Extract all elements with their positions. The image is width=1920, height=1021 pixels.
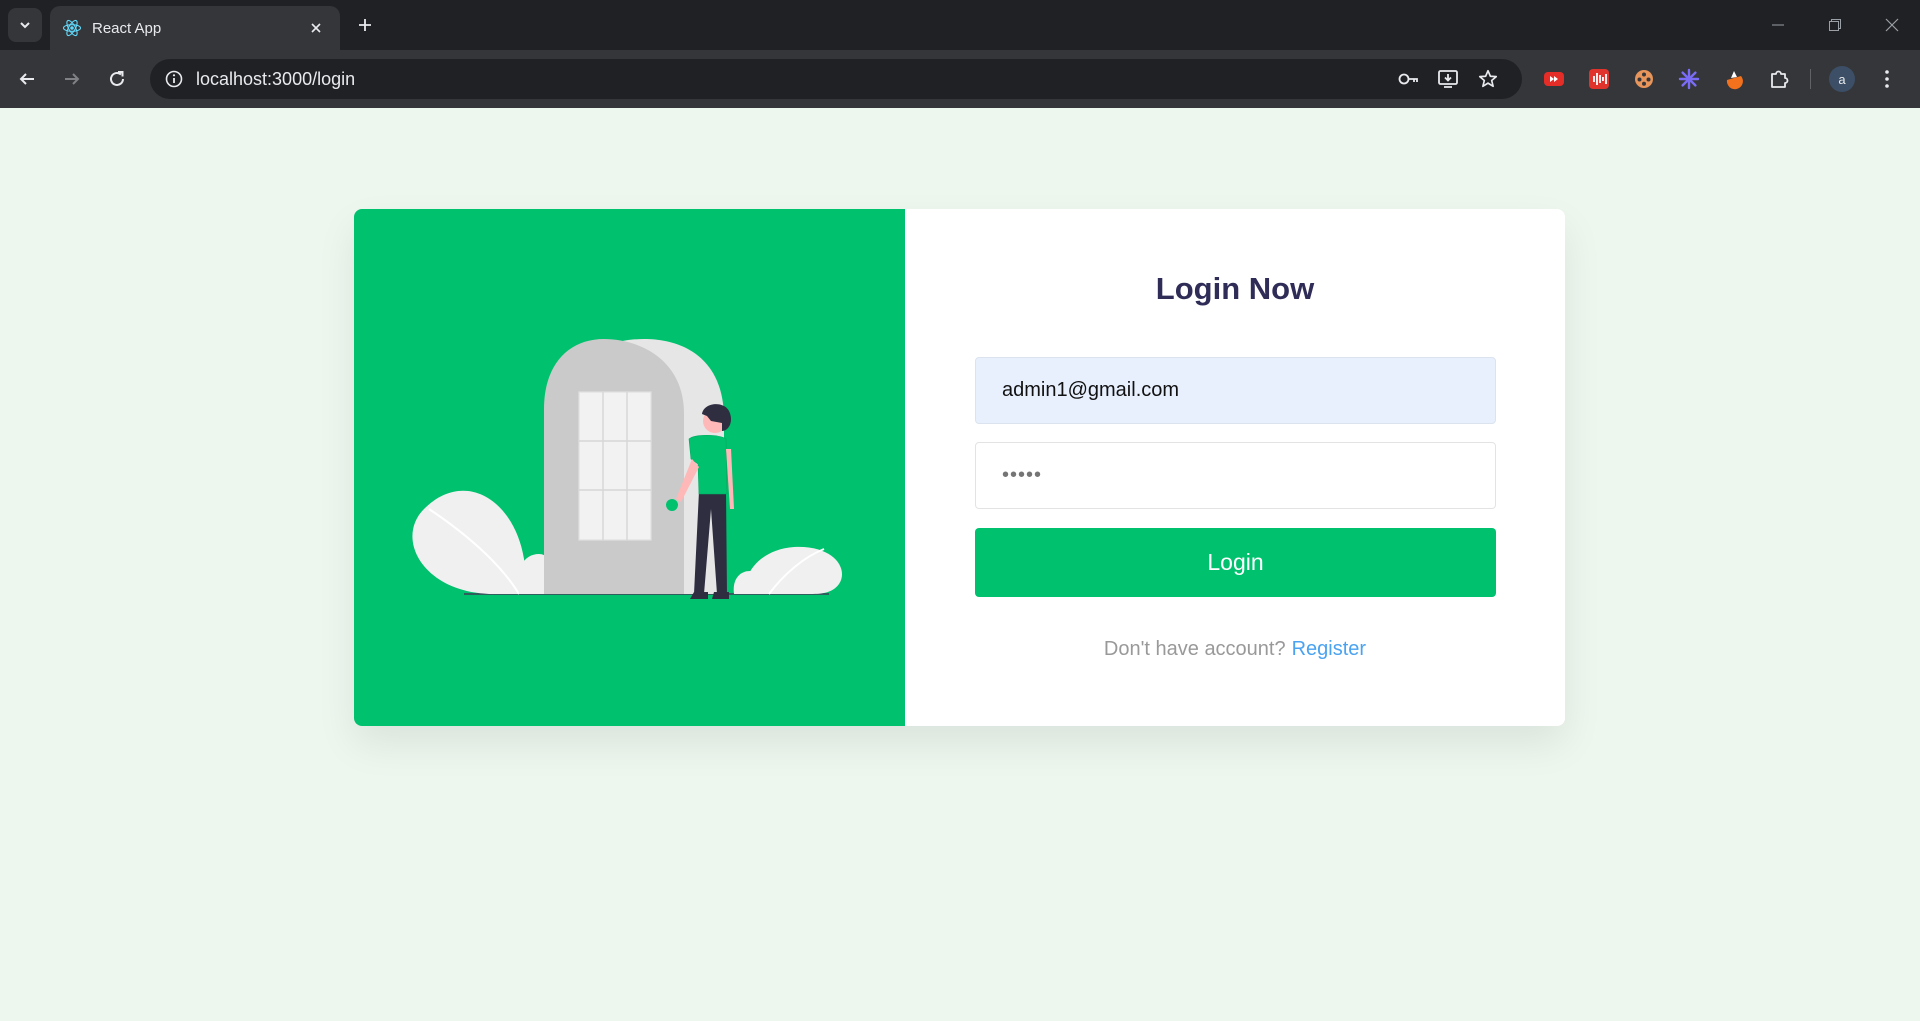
sparkle-icon	[1678, 68, 1700, 90]
login-card: Login Now admin1@gmail.com ••••• Login D…	[354, 209, 1565, 726]
address-url[interactable]: localhost:3000/login	[196, 69, 1394, 90]
orange-extension-icon	[1726, 71, 1743, 90]
avatar: a	[1829, 66, 1855, 92]
info-icon	[165, 70, 183, 88]
browser-menu-button[interactable]	[1873, 65, 1901, 93]
illustration-panel	[354, 209, 905, 726]
login-button[interactable]: Login	[975, 528, 1496, 597]
profile-button[interactable]: a	[1828, 65, 1856, 93]
extension-spark-button[interactable]	[1675, 65, 1703, 93]
restore-button[interactable]	[1806, 0, 1863, 50]
forward-button[interactable]	[55, 62, 89, 96]
extension-audio-button[interactable]	[1585, 65, 1613, 93]
browser-tab[interactable]: React App	[50, 6, 340, 50]
kebab-menu-icon	[1885, 70, 1889, 88]
bookmark-star-button[interactable]	[1474, 65, 1502, 93]
register-link[interactable]: Register	[1292, 638, 1366, 660]
close-icon	[311, 23, 321, 33]
tab-title: React App	[92, 19, 162, 37]
login-title: Login Now	[1155, 271, 1315, 306]
extensions-menu-button[interactable]	[1765, 65, 1793, 93]
film-reel-icon	[1635, 70, 1653, 88]
close-icon	[1885, 18, 1898, 32]
youtube-extension-icon	[1544, 72, 1564, 86]
reload-icon	[110, 71, 124, 86]
minimize-icon	[1771, 24, 1784, 26]
key-icon	[1398, 73, 1418, 85]
install-icon	[1438, 70, 1458, 88]
register-prompt-text: Don't have account?	[1103, 638, 1286, 660]
password-field[interactable]: •••••	[975, 442, 1496, 509]
arrow-left-icon	[19, 73, 34, 85]
plus-icon	[359, 19, 371, 31]
react-logo-icon	[62, 19, 82, 37]
reload-button[interactable]	[100, 62, 134, 96]
address-bar[interactable]: localhost:3000/login	[150, 59, 1522, 99]
browser-toolbar: localhost:3000/login a	[0, 50, 1920, 108]
restore-icon	[1828, 19, 1841, 31]
minimize-button[interactable]	[1749, 0, 1806, 50]
register-prompt-line: Don't have account? Register	[905, 638, 1565, 661]
tab-close-button[interactable]	[304, 16, 328, 40]
arrow-right-icon	[65, 73, 80, 85]
tab-search-button[interactable]	[8, 8, 42, 42]
person-at-door-illustration	[412, 339, 842, 599]
browser-tab-bar: React App	[0, 0, 1920, 50]
password-key-button[interactable]	[1394, 65, 1422, 93]
extension-film-button[interactable]	[1630, 65, 1658, 93]
audio-bars-icon	[1589, 69, 1609, 89]
extension-orange-button[interactable]	[1720, 65, 1748, 93]
extension-video-button[interactable]	[1540, 65, 1568, 93]
back-button[interactable]	[10, 62, 44, 96]
window-controls	[1749, 0, 1920, 50]
site-info-button[interactable]	[162, 67, 186, 91]
email-field[interactable]: admin1@gmail.com	[975, 357, 1496, 424]
new-tab-button[interactable]	[350, 10, 380, 40]
login-form-panel: Login Now admin1@gmail.com ••••• Login D…	[905, 209, 1565, 726]
toolbar-separator	[1810, 69, 1811, 89]
chevron-down-icon	[20, 22, 30, 29]
close-window-button[interactable]	[1863, 0, 1920, 50]
star-icon	[1478, 69, 1498, 88]
install-app-button[interactable]	[1434, 65, 1462, 93]
puzzle-icon	[1771, 70, 1789, 88]
